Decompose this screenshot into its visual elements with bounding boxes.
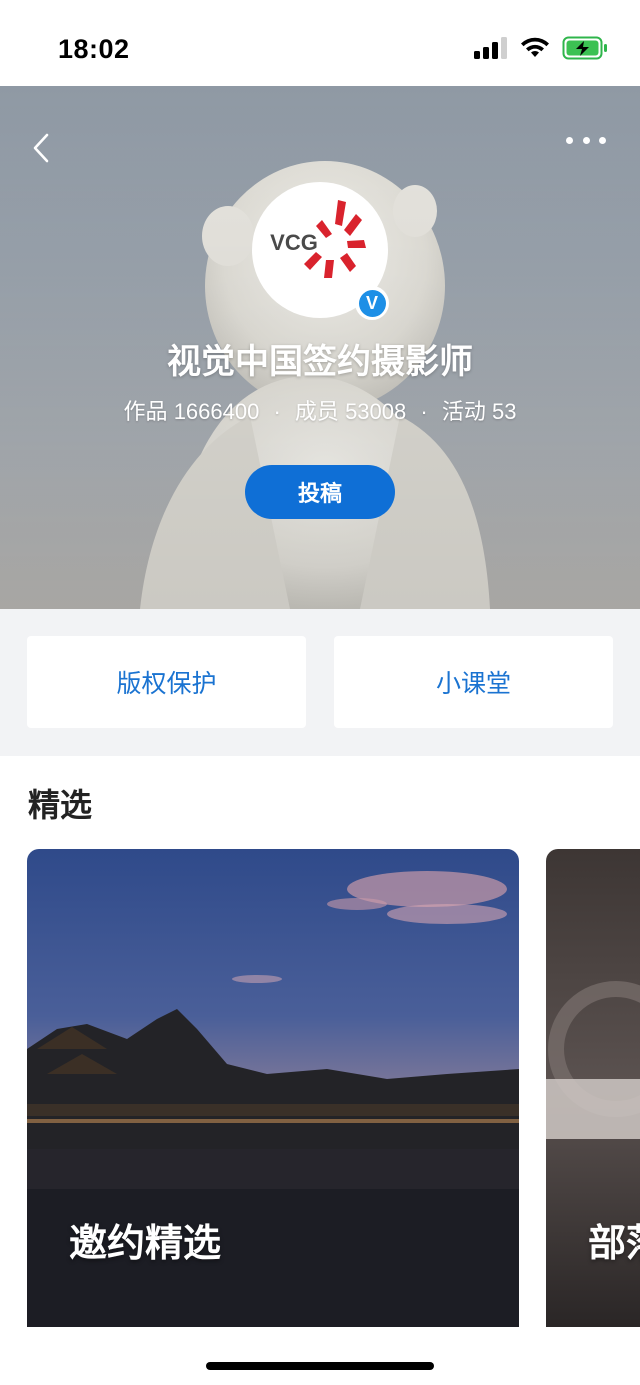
back-button[interactable] [26,128,56,168]
more-options-button[interactable] [566,130,606,150]
stat-works-label: 作品 [123,399,168,424]
stat-works-value: 1666400 [173,399,260,424]
separator-dot: · [273,399,281,424]
stat-activities-label: 活动 [441,399,486,424]
status-time: 18:02 [58,34,130,64]
featured-section-title: 精选 [28,787,93,823]
quick-links: 版权保护 小课堂 [0,609,640,756]
cellular-signal-icon [474,37,507,59]
featured-card-label: 邀约精选 [69,1223,222,1265]
group-title: 视觉中国签约摄影师 [167,343,473,381]
chevron-left-icon [33,133,49,163]
more-dot-icon [599,136,606,144]
group-header: VCG V 视觉中国签约摄影师 作品 1666400 · 成员 53008 · … [0,86,640,609]
home-indicator [206,1362,434,1370]
submit-button[interactable]: 投稿 [245,465,395,519]
more-dot-icon [566,136,573,144]
copyright-protection-button[interactable]: 版权保护 [27,636,306,728]
battery-charging-icon [562,36,607,60]
verified-badge: V [355,286,389,320]
stat-activities-value: 53 [491,399,517,424]
stat-members-label: 成员 [294,399,339,424]
more-dot-icon [582,136,590,144]
vcg-logo-text: VCG [270,230,318,255]
group-stats: 作品 1666400 · 成员 53008 · 活动 53 [0,394,640,426]
status-icons [474,36,608,60]
verified-v-icon: V [358,289,386,317]
featured-card-invited[interactable]: 邀约精选 [27,849,519,1327]
mini-classroom-button[interactable]: 小课堂 [334,636,613,728]
featured-card-label: 部落 [588,1223,640,1265]
separator-dot: · [420,399,428,424]
featured-card-tribe[interactable]: 部落 [546,849,640,1327]
status-bar: 18:02 [0,0,640,86]
stat-members-value: 53008 [345,399,407,424]
wifi-icon [521,37,549,57]
